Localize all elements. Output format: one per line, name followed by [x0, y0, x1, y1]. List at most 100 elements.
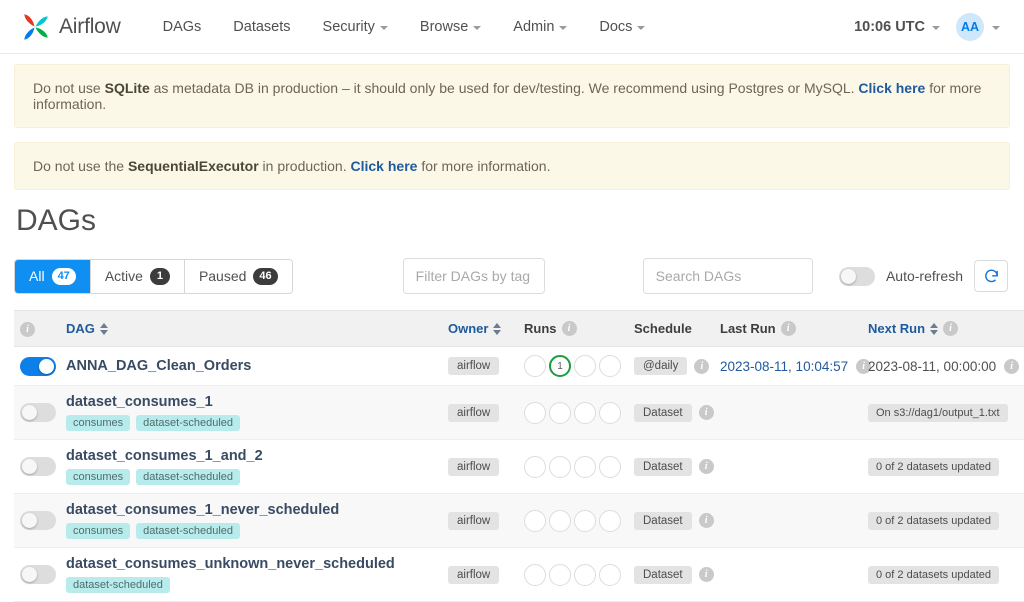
dag-run-circle-none[interactable] [524, 401, 546, 424]
dag-next-run-pill[interactable]: 0 of 2 datasets updated [868, 511, 999, 530]
dag-link[interactable]: dataset_consumes_1 [66, 394, 213, 410]
dag-tag[interactable]: dataset-scheduled [66, 577, 170, 593]
dag-link[interactable]: dataset_consumes_unknown_never_scheduled [66, 556, 395, 572]
dag-run-circle-none[interactable] [574, 355, 596, 377]
dag-tag[interactable]: consumes [66, 469, 131, 485]
filter-paused-button[interactable]: Paused 46 [184, 259, 292, 293]
dag-schedule-cell: Dataset i [628, 493, 714, 548]
dag-run-circle-none[interactable] [549, 509, 571, 532]
sort-icon[interactable] [493, 322, 502, 335]
nav-item-dags[interactable]: DAGs [149, 11, 216, 43]
nav-item-security[interactable]: Security [309, 11, 402, 43]
info-icon[interactable]: i [20, 322, 35, 337]
nav-item-admin[interactable]: Admin [499, 11, 581, 43]
dag-next-run-pill[interactable]: On s3://dag1/output_1.txt [868, 403, 1008, 422]
dag-run-circle-none[interactable] [574, 563, 596, 586]
dag-next-run-pill[interactable]: 0 of 2 datasets updated [868, 457, 999, 476]
dag-owner-badge[interactable]: airflow [448, 457, 500, 476]
dag-run-circle-none[interactable] [524, 455, 546, 478]
dag-pause-toggle[interactable] [20, 356, 56, 376]
auto-refresh-knob [840, 268, 856, 284]
dag-run-circle-none[interactable] [549, 455, 571, 478]
th-dag[interactable]: DAG [60, 310, 442, 347]
dag-run-circle-none[interactable] [599, 355, 621, 377]
dag-next-run-pill[interactable]: 0 of 2 datasets updated [868, 565, 999, 584]
dag-pause-cell [14, 547, 60, 602]
dag-next-run-time: 2023-08-11, 00:00:00 [868, 358, 997, 374]
info-icon[interactable]: i [694, 358, 710, 374]
info-icon[interactable]: i [780, 321, 796, 336]
th-next-run[interactable]: Next Run i [862, 310, 1022, 347]
dag-tags: consumes dataset-scheduled [66, 523, 436, 539]
info-icon[interactable]: i [698, 405, 714, 420]
dag-owner-badge[interactable]: airflow [448, 403, 500, 422]
dag-owner-badge[interactable]: airflow [448, 357, 500, 375]
auto-refresh-label: Auto-refresh [885, 268, 963, 284]
dag-pause-toggle[interactable] [20, 457, 56, 476]
filter-paused-count: 46 [253, 267, 278, 285]
nav-item-datasets[interactable]: Datasets [219, 11, 304, 43]
dag-run-circle-success[interactable]: 1 [549, 355, 571, 377]
dag-tag[interactable]: dataset-scheduled [136, 523, 241, 539]
dag-tag[interactable]: dataset-scheduled [136, 415, 241, 431]
alert-sqlite-link[interactable]: Click here [858, 80, 925, 96]
info-icon[interactable]: i [698, 567, 714, 582]
dag-run-circle-none[interactable] [524, 509, 546, 532]
dag-run-circle-none[interactable] [599, 563, 621, 586]
dag-run-circle-none[interactable] [574, 455, 596, 478]
user-menu[interactable]: AA [956, 12, 1000, 41]
dag-link[interactable]: ANNA_DAG_Clean_Orders [66, 358, 251, 374]
brand-logo-link[interactable]: Airflow [18, 10, 121, 44]
utc-clock[interactable]: 10:06 UTC [854, 19, 940, 35]
sort-icon[interactable] [930, 322, 939, 335]
tag-filter-input[interactable] [402, 258, 545, 294]
dag-last-run-cell [714, 547, 862, 602]
dag-pause-toggle[interactable] [20, 511, 56, 530]
alert-banners: Do not use SQLite as metadata DB in prod… [0, 54, 1024, 190]
search-dags-input[interactable] [642, 258, 813, 294]
dag-run-circle-none[interactable] [524, 355, 546, 377]
info-icon[interactable]: i [943, 321, 959, 336]
dag-run-circle-none[interactable] [549, 563, 571, 586]
dag-run-circle-none[interactable] [599, 455, 621, 478]
dag-schedule-badge[interactable]: @daily [634, 357, 688, 375]
nav-item-admin-label: Admin [513, 18, 555, 35]
dag-last-run-time[interactable]: 2023-08-11, 10:04:57 [720, 359, 848, 374]
dag-run-circle-none[interactable] [549, 401, 571, 424]
dag-run-circle-none[interactable] [524, 563, 546, 586]
info-icon[interactable]: i [698, 459, 714, 474]
info-icon[interactable]: i [1004, 358, 1020, 374]
table-row: dataset_consumes_1_and_2 consumes dataset-… [14, 439, 1024, 494]
refresh-button[interactable] [974, 260, 1008, 292]
dag-owner-badge[interactable]: airflow [448, 511, 500, 530]
info-icon[interactable]: i [698, 513, 714, 528]
alert-executor-middle: in production. [258, 158, 351, 174]
filter-active-button[interactable]: Active 1 [90, 259, 185, 293]
dag-schedule-badge[interactable]: Dataset [634, 457, 692, 476]
nav-item-docs[interactable]: Docs [585, 11, 659, 43]
alert-executor-link[interactable]: Click here [351, 158, 418, 174]
dag-run-circle-none[interactable] [574, 401, 596, 424]
dag-schedule-badge[interactable]: Dataset [634, 511, 692, 530]
nav-item-browse[interactable]: Browse [406, 11, 495, 43]
filter-all-button[interactable]: All 47 [15, 259, 91, 293]
sort-icon[interactable] [99, 322, 108, 335]
th-owner[interactable]: Owner [442, 310, 518, 347]
dag-schedule-badge[interactable]: Dataset [634, 403, 692, 422]
info-icon[interactable]: i [561, 321, 577, 336]
dag-link[interactable]: dataset_consumes_1_never_scheduled [66, 502, 339, 518]
chevron-down-icon [379, 25, 388, 30]
dag-run-circle-none[interactable] [574, 509, 596, 532]
dag-tag[interactable]: consumes [66, 523, 131, 539]
dag-link[interactable]: dataset_consumes_1_and_2 [66, 448, 263, 464]
filter-toolbar: All 47 Active 1 Paused 46 Auto-refresh [14, 254, 1010, 298]
dag-tag[interactable]: consumes [66, 415, 131, 431]
dag-run-circle-none[interactable] [599, 401, 621, 424]
dag-pause-toggle[interactable] [20, 403, 56, 422]
dag-pause-toggle[interactable] [20, 565, 56, 584]
dag-run-circle-none[interactable] [599, 509, 621, 532]
dag-schedule-badge[interactable]: Dataset [634, 565, 692, 584]
dag-owner-badge[interactable]: airflow [448, 565, 500, 584]
dag-tag[interactable]: dataset-scheduled [136, 469, 241, 485]
auto-refresh-toggle[interactable] [838, 266, 875, 286]
